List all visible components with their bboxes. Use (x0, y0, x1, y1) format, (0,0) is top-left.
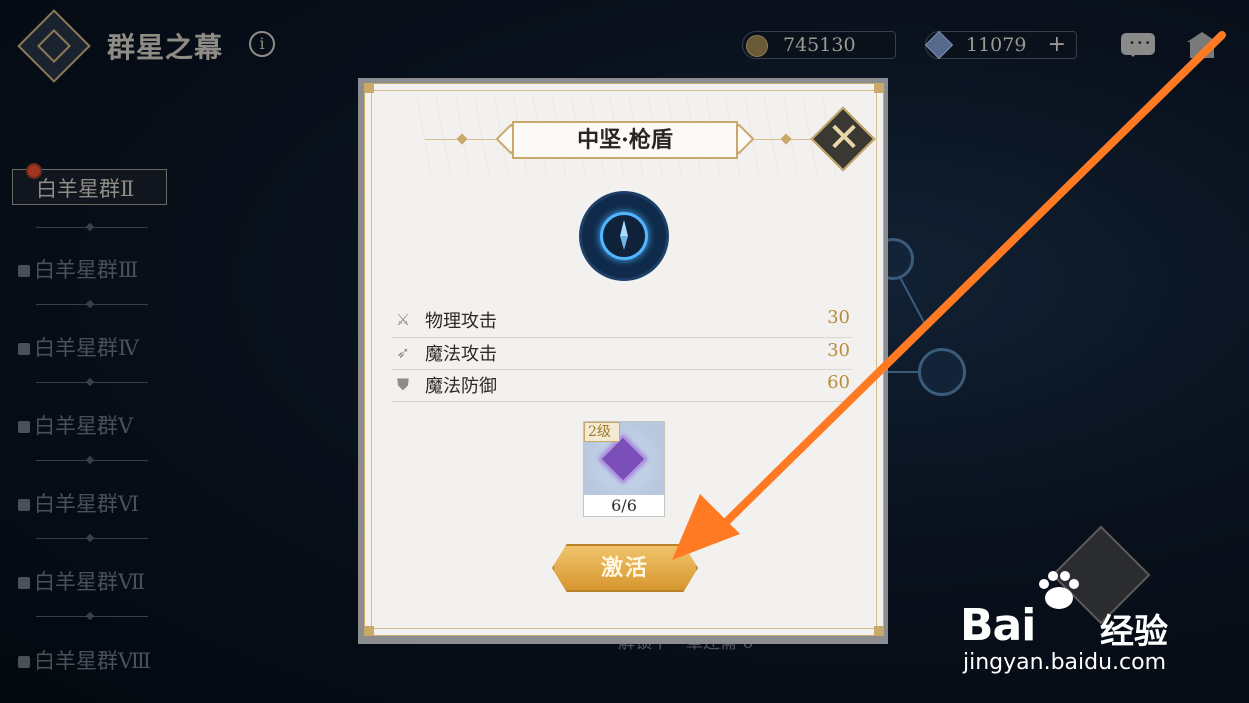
watermark-brand: Bai (960, 600, 1036, 651)
arrow-shaft (714, 31, 1226, 534)
arrow-head (672, 494, 740, 560)
watermark-url: jingyan.baidu.com (963, 650, 1167, 675)
baidu-paw-icon (1039, 571, 1079, 609)
watermark-jingyan: 经验 (1100, 612, 1168, 652)
